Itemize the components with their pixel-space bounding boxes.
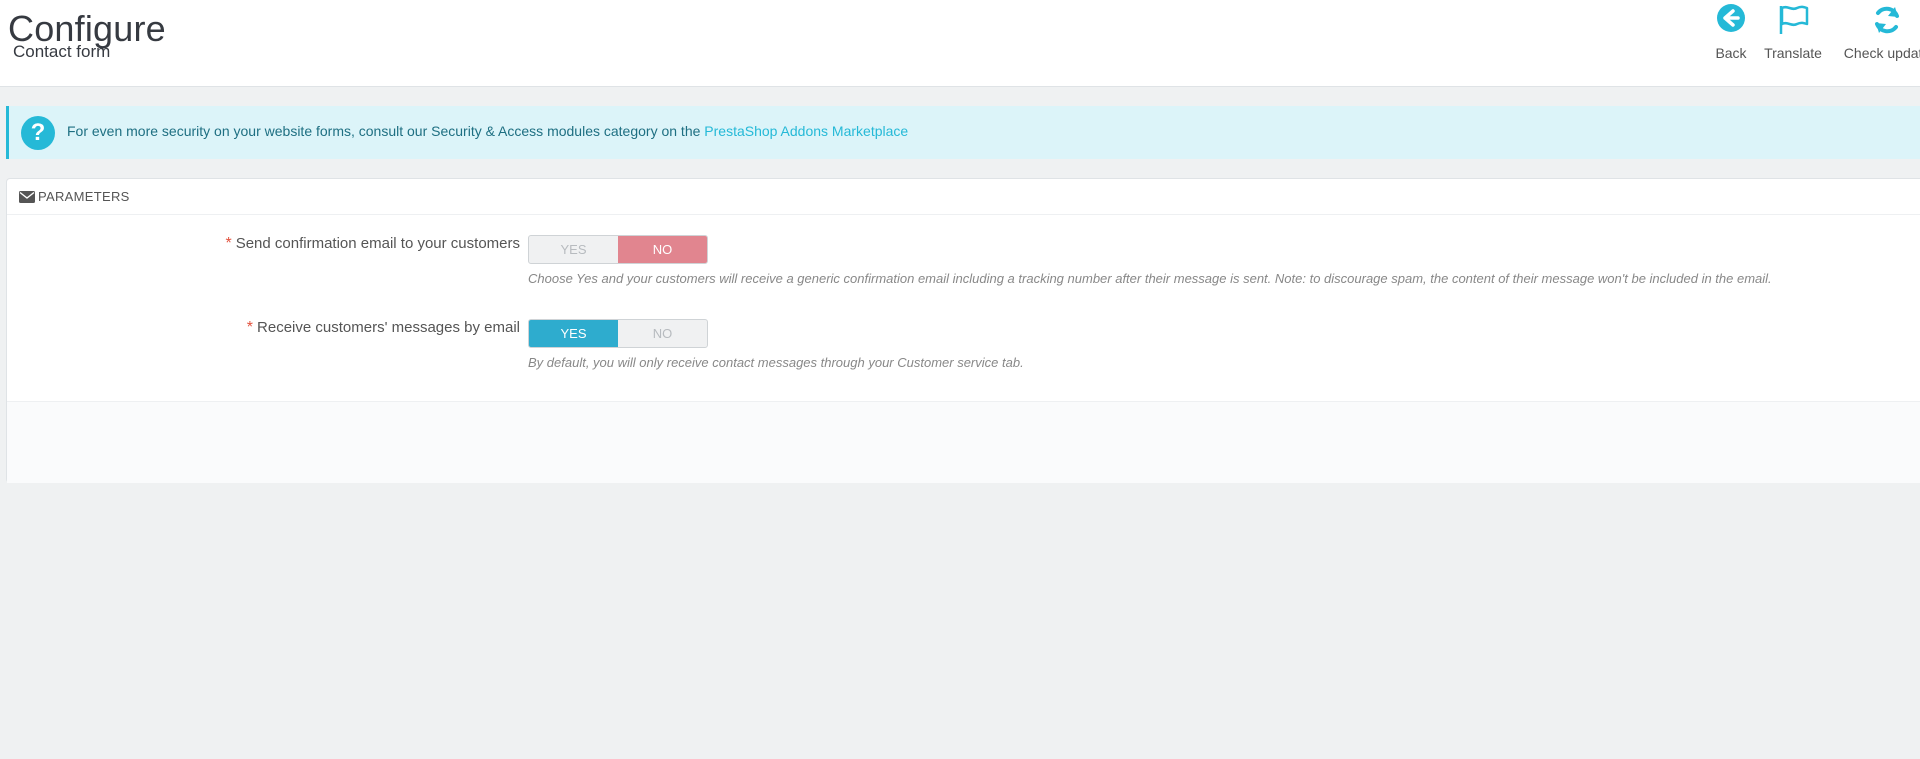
field-label: * Send confirmation email to your custome… xyxy=(225,235,520,253)
alert-message: For even more security on your website f… xyxy=(67,123,705,139)
send-confirmation-switch[interactable]: YES NO xyxy=(528,235,708,264)
question-circle-icon: ? xyxy=(21,116,55,150)
translate-button[interactable]: Translate xyxy=(1758,0,1828,61)
receive-messages-no[interactable]: NO xyxy=(618,320,707,347)
info-alert: ? For even more security on your website… xyxy=(6,106,1920,159)
parameters-panel: PARAMETERS * Send confirmation email to y… xyxy=(6,178,1920,483)
alert-text: For even more security on your website f… xyxy=(67,123,908,139)
panel-heading: PARAMETERS xyxy=(7,179,1920,215)
receive-messages-label: Receive customers' messages by email xyxy=(257,319,520,336)
back-label: Back xyxy=(1715,45,1747,61)
required-mark: * xyxy=(225,235,232,252)
arrow-circle-left-icon xyxy=(1717,4,1745,32)
back-button[interactable]: Back xyxy=(1708,0,1754,61)
addons-marketplace-link[interactable]: PrestaShop Addons Marketplace xyxy=(704,123,908,139)
check-update-label: Check update xyxy=(1843,45,1920,61)
required-mark: * xyxy=(246,319,254,336)
send-confirmation-label: Send confirmation email to your customer… xyxy=(235,235,520,252)
send-confirmation-help: Choose Yes and your customers will recei… xyxy=(528,271,1772,286)
receive-messages-switch[interactable]: YES NO xyxy=(528,319,708,348)
refresh-icon xyxy=(1875,6,1899,34)
panel-title: PARAMETERS xyxy=(38,189,130,204)
check-update-button[interactable]: Check update xyxy=(1832,0,1920,61)
flag-icon xyxy=(1779,5,1809,34)
envelope-icon xyxy=(19,191,35,203)
field-label: * Receive customers' messages by email xyxy=(247,319,520,337)
send-confirmation-no[interactable]: NO xyxy=(618,236,707,263)
send-confirmation-yes[interactable]: YES xyxy=(529,236,618,263)
translate-label: Translate xyxy=(1764,45,1822,61)
page-header: Configure Contact form Back Translate Ch… xyxy=(0,0,1920,87)
receive-messages-yes[interactable]: YES xyxy=(529,320,618,347)
page-subtitle: Contact form xyxy=(13,42,111,61)
receive-messages-help: By default, you will only receive contac… xyxy=(528,355,1024,370)
panel-footer xyxy=(7,401,1920,483)
